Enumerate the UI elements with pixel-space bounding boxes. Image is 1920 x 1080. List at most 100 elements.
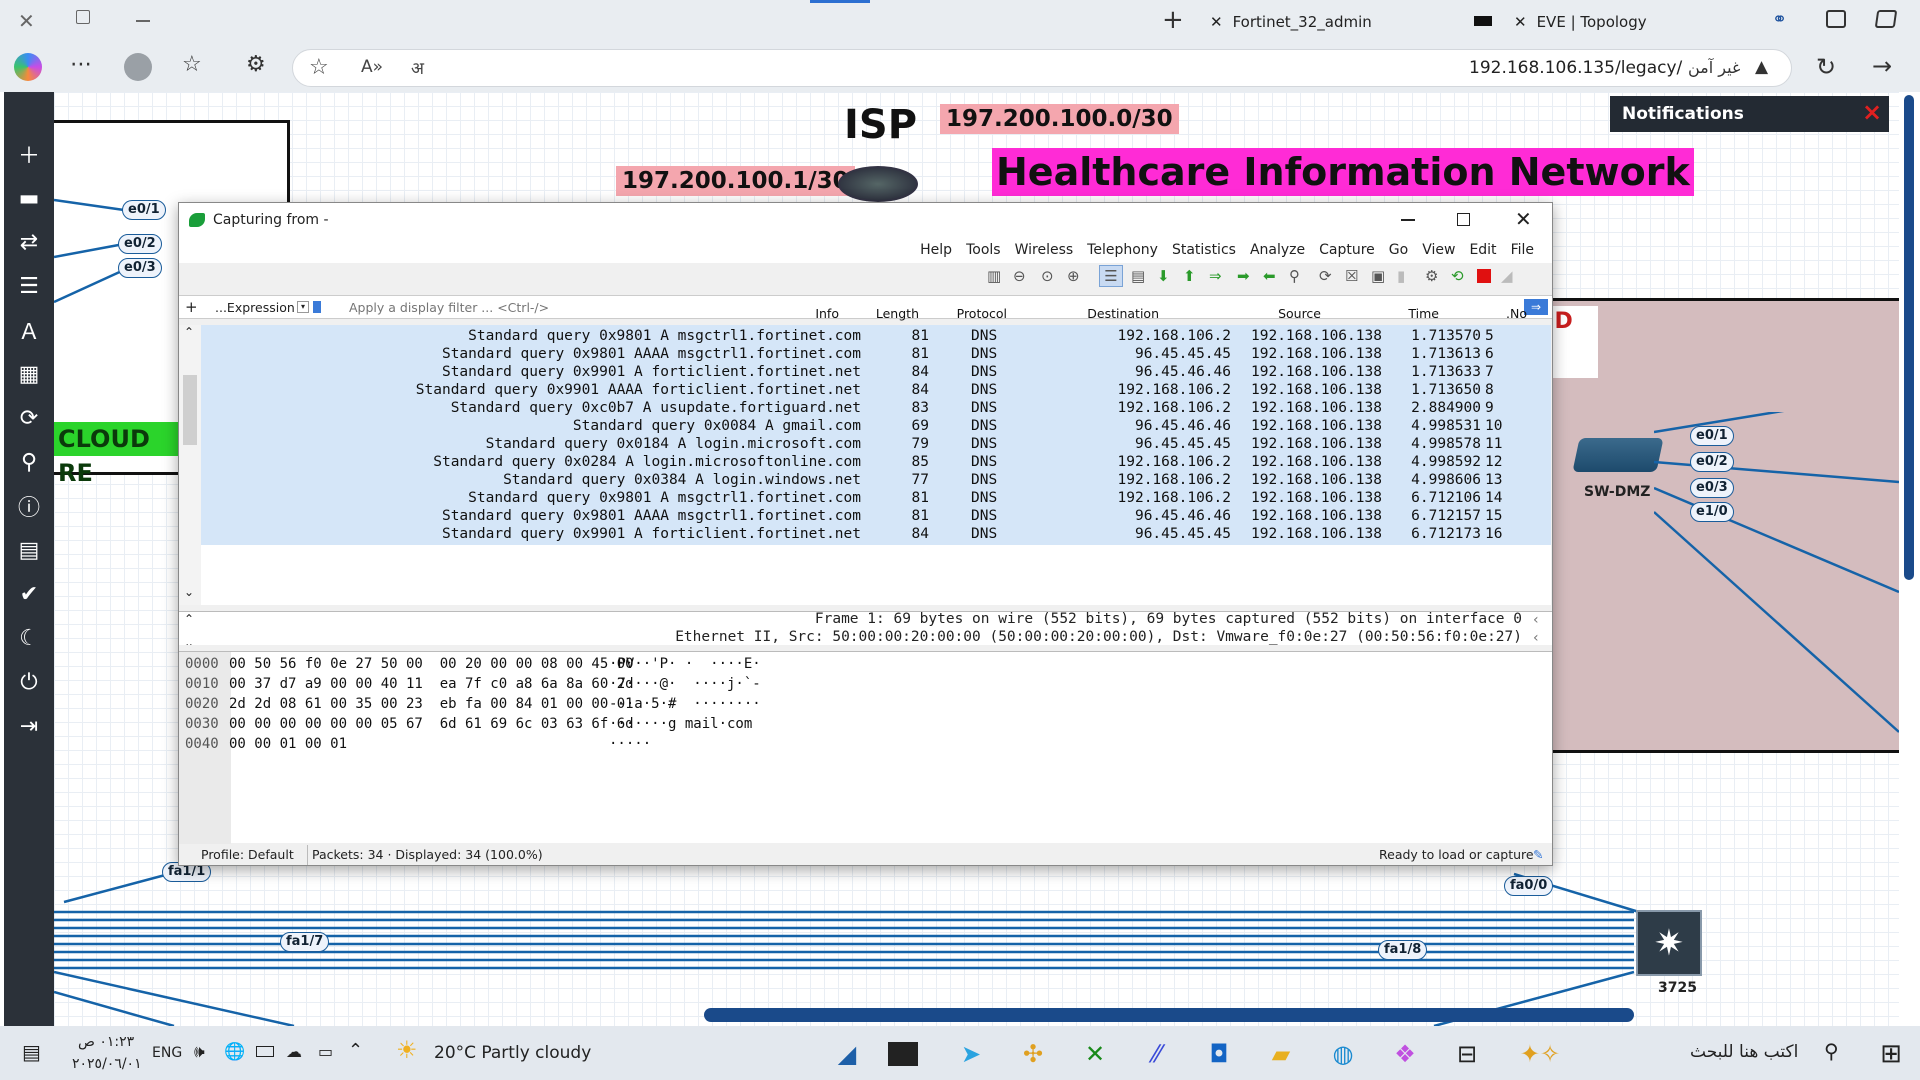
weather-icon[interactable]: ☀ [396,1036,418,1064]
windows-start-icon[interactable]: ⊞ [1870,1033,1912,1075]
port-label[interactable]: e1/0 [1690,502,1734,522]
hex-bytes[interactable]: 00 00 00 00 00 00 05 67 6d 61 69 6c 03 6… [229,716,634,732]
scroll-thumb[interactable] [183,375,197,445]
hex-offset[interactable]: 0000 [185,656,219,672]
hex-offset[interactable]: 0020 [185,696,219,712]
isp-router-icon[interactable] [838,166,918,202]
menu-analyze[interactable]: Analyze [1250,242,1305,258]
port-label[interactable]: e0/2 [118,234,162,254]
minimize-window-icon[interactable] [136,20,150,22]
text-icon[interactable]: Ａ [4,310,54,350]
close-window-icon[interactable]: ✕ [18,9,35,33]
copilot-icon[interactable] [14,53,42,81]
device-icon[interactable]: ▭ [318,1042,333,1061]
edge-app-icon[interactable]: ◍ [1322,1033,1364,1075]
maximize-icon[interactable] [1457,213,1470,226]
arrows-icon[interactable]: ⇄ [4,222,54,262]
hex-bytes[interactable]: 00 37 d7 a9 00 00 40 11 ea 7f c0 a8 6a 8… [229,676,634,692]
prev-packet-icon[interactable]: ⬅ [1263,267,1276,285]
port-label[interactable]: e0/1 [1690,426,1734,446]
extensions-icon[interactable]: ⚙ [246,52,266,77]
col-protocol[interactable]: Protocol [927,303,1007,325]
tab-close-icon[interactable]: ✕ [1514,13,1527,31]
network-icon[interactable]: 🌐 [224,1042,245,1062]
language-indicator[interactable]: ENG [152,1045,182,1061]
col-destination[interactable]: Destination [1059,303,1159,325]
col-source[interactable]: Source [1229,303,1321,325]
zoom-normal-icon[interactable]: ⊙ [1041,267,1054,285]
moon-icon[interactable]: ☾ [4,618,54,658]
hex-ascii[interactable]: ····· [609,736,651,752]
hex-bytes[interactable]: 2d 2d 08 61 00 35 00 23 eb fa 00 84 01 0… [229,696,634,712]
tab-fortinet[interactable]: ✕ Fortinet_32_admin [1210,6,1440,38]
reload-icon[interactable]: ⟳ [1319,267,1332,285]
detail-ethernet[interactable]: Ethernet II, Src: 50:00:00:20:00:00 (50:… [675,629,1522,645]
add-filter-button[interactable]: + [185,298,198,316]
telegram-app-icon[interactable]: ➤ [950,1033,992,1075]
filter-history-icon[interactable]: ▾ [297,301,309,313]
hex-offset[interactable]: 0030 [185,716,219,732]
hex-bytes[interactable]: 00 50 56 f0 0e 27 50 00 00 20 00 00 08 0… [229,656,634,672]
refresh-icon[interactable]: ↻ [1816,53,1836,81]
packet-list-scroll[interactable]: ⌃ ⌄ [179,325,201,605]
tab-actions-icon[interactable] [1826,10,1846,28]
warning-icon[interactable]: ▲ [1755,57,1768,77]
packet-list[interactable]: Standard query 0x9801 A msgctrl1.fortine… [201,325,1551,605]
volume-icon[interactable]: 🕪 [194,1042,205,1062]
profile-avatar[interactable] [124,53,152,81]
menu-edit[interactable]: Edit [1469,242,1496,258]
capture-options-icon[interactable]: ⚙ [1425,267,1438,285]
port-label[interactable]: fa0/0 [1504,876,1554,896]
detail-frame[interactable]: Frame 1: 69 bytes on wire (552 bits), 69… [815,612,1522,627]
zoom-icon[interactable]: ⚲ [4,442,54,482]
hex-bytes[interactable]: 00 00 01 00 01 [229,736,347,752]
list-icon[interactable]: ☰ [4,266,54,306]
packet-bytes-pane[interactable]: 0000 00 50 56 f0 0e 27 50 00 00 20 00 00 … [179,651,1552,844]
more-menu-icon[interactable]: ⋯ [70,52,92,77]
save-icon[interactable]: ▣ [1371,267,1385,285]
add-favorite-icon[interactable]: ☆ [309,55,329,80]
open-icon[interactable]: ▮ [1397,267,1405,285]
expand-arrow-icon[interactable]: ‹ [1533,630,1539,645]
next-packet-icon[interactable]: ➡ [1237,267,1250,285]
port-label[interactable]: e0/1 [122,200,166,220]
chevron-up-icon[interactable]: ⌃ [348,1040,363,1061]
vertical-scrollbar[interactable] [1904,95,1914,580]
horizontal-scrollbar[interactable] [704,1008,1634,1022]
col-no[interactable]: .No [1485,303,1527,325]
port-label[interactable]: e0/3 [1690,478,1734,498]
menu-file[interactable]: File [1511,242,1534,258]
battery-icon[interactable] [256,1046,274,1057]
menu-help[interactable]: Help [920,242,952,258]
zoom-in-icon[interactable]: ⊕ [1067,267,1080,285]
col-length[interactable]: Length [847,303,919,325]
copilot-sparkle-icon[interactable]: ✦✧ [1500,1033,1580,1075]
packet-details-pane[interactable]: ⌃ ⌄ Frame 1: 69 bytes on wire (552 bits)… [179,611,1552,645]
chevron-down-icon[interactable]: ⌄ [184,636,194,645]
grid-icon[interactable]: ▦ [4,354,54,394]
security-label[interactable]: غير آمن [1688,58,1740,77]
chevron-up-icon[interactable]: ⌃ [184,325,194,339]
menu-capture[interactable]: Capture [1319,242,1375,258]
menu-go[interactable]: Go [1389,242,1408,258]
close-file-icon[interactable]: ☒ [1345,267,1358,285]
tab-close-icon[interactable]: ✕ [1210,13,1223,31]
menu-telephony[interactable]: Telephony [1087,242,1158,258]
info-icon[interactable]: ⓘ [4,486,54,526]
menu-view[interactable]: View [1422,242,1455,258]
packet-row[interactable]: Standard query 0x9901 A forticlient.fort… [201,523,1551,545]
colorize-icon[interactable]: ☰ [1099,265,1123,287]
menu-wireless[interactable]: Wireless [1015,242,1074,258]
check-icon[interactable]: ✔ [4,574,54,614]
find-icon[interactable]: ⚲ [1289,267,1300,285]
port-label[interactable]: fa1/7 [280,932,330,952]
tab-eve-topology[interactable]: ✕ EVE | Topology [1514,6,1714,38]
copilot-app-icon[interactable]: ❖ [1384,1033,1426,1075]
profile-status[interactable]: Profile: Default [201,845,294,865]
start-capture-icon[interactable]: ◢ [1501,267,1513,285]
go-to-packet-icon[interactable]: ⇒ [1209,267,1222,285]
hex-ascii[interactable]: ·PV··'P· · ····E· [609,656,761,672]
dots-app-icon[interactable]: ✣ [1012,1033,1054,1075]
workspaces-icon[interactable] [1874,10,1898,28]
port-label[interactable]: e0/2 [1690,452,1734,472]
